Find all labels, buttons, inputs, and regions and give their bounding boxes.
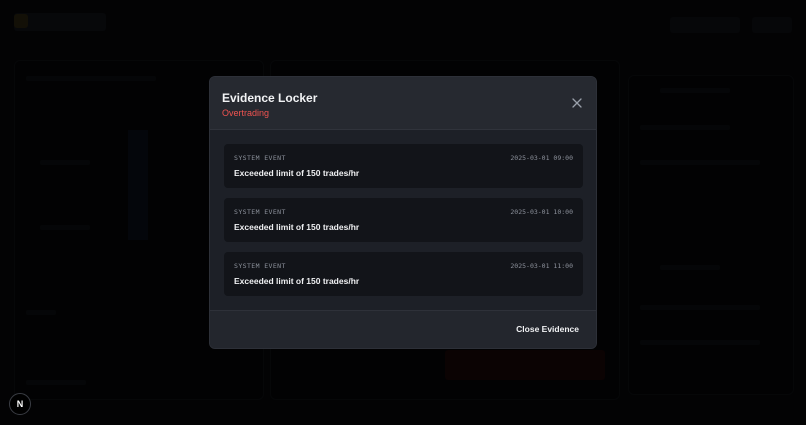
evidence-type: SYSTEM EVENT [234,208,286,216]
evidence-timestamp: 2025-03-01 10:00 [510,208,573,216]
evidence-item: SYSTEM EVENT 2025-03-01 10:00 Exceeded l… [224,198,583,242]
evidence-list: SYSTEM EVENT 2025-03-01 09:00 Exceeded l… [210,130,596,310]
modal-subtitle: Overtrading [222,108,270,118]
evidence-locker-modal: Evidence Locker Overtrading SYSTEM EVENT… [209,76,597,349]
evidence-item: SYSTEM EVENT 2025-03-01 11:00 Exceeded l… [224,252,583,296]
evidence-type: SYSTEM EVENT [234,262,286,270]
close-evidence-button[interactable]: Close Evidence [516,324,579,334]
modal-header: Evidence Locker Overtrading [210,77,596,130]
evidence-timestamp: 2025-03-01 09:00 [510,154,573,162]
evidence-message: Exceeded limit of 150 trades/hr [234,222,360,232]
modal-title: Evidence Locker [222,91,318,105]
close-icon[interactable] [570,96,584,110]
nextjs-logo-icon[interactable]: N [9,393,31,415]
evidence-type: SYSTEM EVENT [234,154,286,162]
evidence-message: Exceeded limit of 150 trades/hr [234,168,360,178]
evidence-item: SYSTEM EVENT 2025-03-01 09:00 Exceeded l… [224,144,583,188]
evidence-timestamp: 2025-03-01 11:00 [510,262,573,270]
modal-footer: Close Evidence [210,310,596,348]
evidence-message: Exceeded limit of 150 trades/hr [234,276,360,286]
